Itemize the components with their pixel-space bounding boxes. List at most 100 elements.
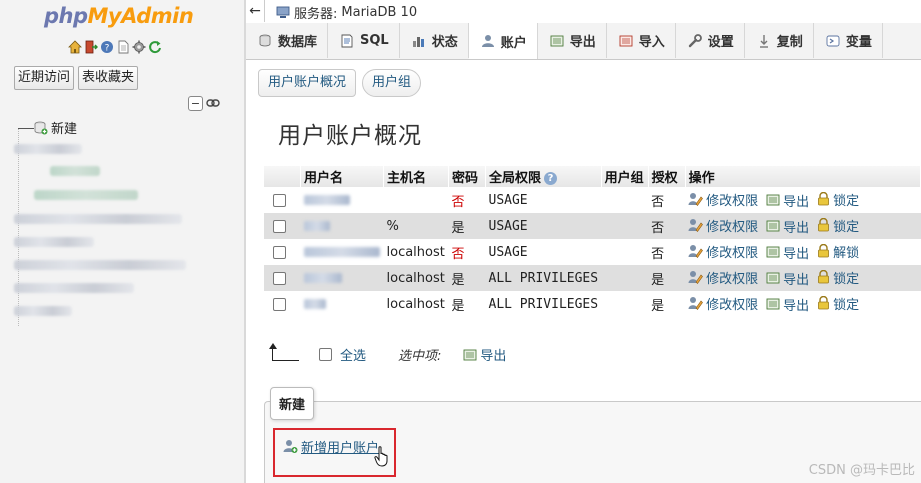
users-table: 用户名 主机名 密码 全局权限? 用户组 授权 操作 否 USAGE 否修改权限 导出…: [264, 166, 921, 317]
privileges-cell: ALL PRIVILEGES: [485, 291, 602, 317]
export-link[interactable]: 导出: [766, 295, 809, 314]
tree-database-item[interactable]: [14, 260, 186, 270]
lock-toggle-link[interactable]: 锁定: [817, 190, 859, 209]
row-checkbox[interactable]: [273, 245, 286, 259]
lock-label: 锁定: [833, 271, 860, 287]
settings-icon[interactable]: [132, 40, 146, 54]
new-section-legend: 新建: [270, 387, 315, 420]
export-link[interactable]: 导出: [766, 243, 809, 262]
header-host[interactable]: 主机名: [383, 166, 449, 187]
user-cell: [300, 187, 384, 213]
tree-new-item[interactable]: 新建: [34, 118, 77, 137]
edit-privileges-link[interactable]: 修改权限: [688, 268, 758, 287]
breadcrumb[interactable]: 服务器: MariaDB 10: [276, 3, 417, 22]
grant-cell: 否: [648, 213, 686, 239]
subtab-user-overview[interactable]: 用户账户概况: [258, 69, 357, 97]
select-all-checkbox[interactable]: [319, 348, 332, 361]
privileges-cell: USAGE: [485, 187, 602, 213]
usergroup-cell: [601, 291, 649, 317]
phpmyadmin-logo[interactable]: phpMyAdmin: [44, 4, 194, 28]
tree-table-item[interactable]: [34, 190, 138, 200]
edit-privileges-label: 修改权限: [706, 219, 759, 235]
password-cell: 是: [448, 265, 486, 291]
select-arrow-icon: [269, 343, 299, 361]
tree-database-item[interactable]: [14, 237, 94, 247]
lock-toggle-link[interactable]: 锁定: [817, 268, 859, 287]
row-checkbox[interactable]: [273, 297, 286, 311]
tab-accounts[interactable]: 账户: [468, 23, 538, 59]
export-icon: [766, 272, 780, 284]
usergroup-cell: [601, 213, 649, 239]
tab-databases[interactable]: 数据库: [246, 23, 329, 58]
edit-privileges-link[interactable]: 修改权限: [688, 190, 758, 209]
edit-privileges-link[interactable]: 修改权限: [688, 294, 758, 313]
tab-sql[interactable]: SQL: [328, 23, 400, 58]
server-bar: ← 服务器: MariaDB 10: [246, 0, 921, 24]
lock-label: 锁定: [833, 193, 860, 209]
row-checkbox[interactable]: [273, 219, 286, 233]
tab-label: 导入: [638, 35, 665, 50]
tree-database-item[interactable]: [14, 283, 134, 293]
users-icon: [481, 34, 495, 48]
back-arrow-icon[interactable]: ←: [246, 0, 265, 22]
subtab-user-groups[interactable]: 用户组: [362, 69, 422, 97]
collapse-all-icon[interactable]: −: [188, 96, 203, 111]
tab-status[interactable]: 状态: [400, 23, 469, 58]
navigation-panel: phpMyAdmin ? 近期访问 表收藏夹 − 新建: [0, 0, 245, 483]
logout-icon[interactable]: [84, 40, 98, 54]
add-user-label: 新增用户账户: [301, 441, 380, 456]
header-grant: 授权: [648, 166, 686, 187]
tab-import[interactable]: 导入: [607, 23, 676, 58]
reload-icon[interactable]: [148, 40, 162, 54]
recent-tables-button[interactable]: 近期访问: [14, 66, 75, 90]
with-selected-label: 选中项:: [398, 349, 442, 364]
edit-privileges-link[interactable]: 修改权限: [688, 242, 758, 261]
export-icon: [766, 220, 780, 232]
variables-icon: [826, 34, 840, 48]
username-redacted: [303, 221, 330, 231]
select-all-label[interactable]: 全选: [340, 345, 366, 364]
privileges-cell: USAGE: [485, 239, 602, 265]
phpmyadmin-window: phpMyAdmin ? 近期访问 表收藏夹 − 新建 ← 服务器: Maria…: [0, 0, 921, 483]
home-icon[interactable]: [68, 40, 82, 54]
tree-database-item[interactable]: [14, 306, 72, 316]
tab-replication[interactable]: 复制: [745, 23, 814, 58]
tab-settings[interactable]: 设置: [676, 23, 745, 58]
help-icon[interactable]: ?: [544, 172, 558, 185]
usergroup-cell: [601, 187, 649, 213]
tab-label: 数据库: [278, 35, 318, 50]
grant-cell: 是: [648, 291, 686, 317]
tab-variables[interactable]: 变量: [814, 23, 883, 58]
export-link[interactable]: 导出: [766, 191, 809, 210]
header-user[interactable]: 用户名: [300, 166, 384, 187]
host-cell: %: [383, 213, 449, 239]
bulk-export-button[interactable]: 导出: [463, 345, 506, 364]
header-action: 操作: [685, 166, 921, 187]
lock-toggle-link[interactable]: 解锁: [817, 242, 859, 261]
header-password[interactable]: 密码: [448, 166, 486, 187]
panel-resizer[interactable]: [244, 0, 246, 483]
edit-privileges-icon: [688, 297, 703, 311]
usergroup-cell: [601, 265, 649, 291]
export-link[interactable]: 导出: [766, 217, 809, 236]
edit-privileges-link[interactable]: 修改权限: [688, 216, 758, 235]
row-checkbox[interactable]: [273, 193, 286, 207]
server-name: MariaDB 10: [341, 5, 418, 20]
lock-toggle-link[interactable]: 锁定: [817, 294, 859, 313]
favorite-tables-button[interactable]: 表收藏夹: [78, 66, 139, 90]
tree-database-item[interactable]: [14, 214, 182, 224]
row-checkbox[interactable]: [273, 271, 286, 285]
add-user-account-link[interactable]: 新增用户账户: [283, 437, 379, 456]
tree-database-item[interactable]: [14, 144, 82, 154]
docs-icon[interactable]: [116, 40, 130, 54]
lock-toggle-link[interactable]: 锁定: [817, 216, 859, 235]
username-redacted: [303, 273, 342, 283]
tree-table-item[interactable]: [50, 166, 100, 176]
link-with-main-icon[interactable]: [206, 97, 220, 111]
help-icon[interactable]: ?: [100, 40, 114, 54]
watermark-text: CSDN @玛卡巴比: [808, 463, 915, 478]
sql-icon: [340, 34, 354, 48]
privileges-cell: ALL PRIVILEGES: [485, 265, 602, 291]
export-link[interactable]: 导出: [766, 269, 809, 288]
tab-export[interactable]: 导出: [538, 23, 607, 58]
